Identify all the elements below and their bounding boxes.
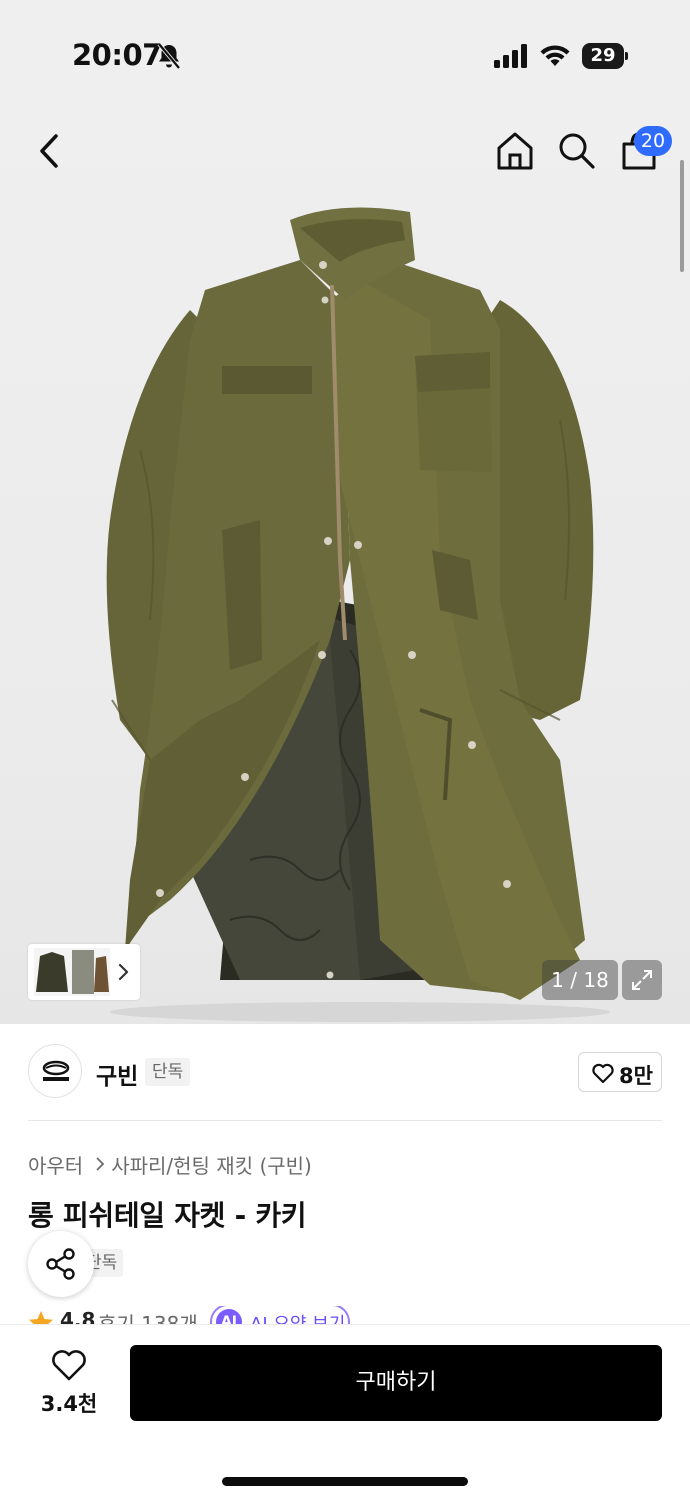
share-icon — [46, 1248, 75, 1280]
brand-like-button[interactable]: 8만 — [578, 1052, 662, 1092]
status-time: 20:07 — [72, 38, 162, 72]
image-page-counter: 1 / 18 — [542, 960, 618, 1000]
home-icon[interactable] — [494, 130, 536, 172]
product-image-coat[interactable] — [0, 110, 690, 1024]
product-image-gallery[interactable] — [0, 110, 690, 1024]
signal-icon — [494, 44, 527, 68]
search-icon[interactable] — [556, 130, 596, 170]
wish-count: 3.4천 — [40, 1392, 98, 1416]
thumbnail-images[interactable] — [34, 948, 110, 996]
chevron-right-icon — [96, 1157, 105, 1171]
heart-icon[interactable] — [50, 1348, 88, 1382]
heart-icon — [592, 1063, 614, 1084]
chevron-right-icon[interactable] — [116, 962, 130, 982]
rating-row[interactable]: 4.8 후기 138개 AI AI 요약 보기 — [28, 1306, 368, 1324]
breadcrumb-category[interactable]: 아우터 — [28, 1150, 83, 1179]
battery-icon: 29 — [582, 43, 628, 69]
review-count[interactable]: 후기 138개 — [98, 1308, 198, 1324]
divider — [28, 1120, 662, 1121]
expand-image-button[interactable] — [622, 960, 662, 1000]
home-indicator[interactable] — [222, 1477, 468, 1486]
ai-summary-button[interactable]: AI AI 요약 보기 — [210, 1306, 350, 1324]
brand-logo[interactable] — [28, 1044, 82, 1098]
breadcrumb-subcategory[interactable]: 사파리/헌팅 재킷 (구빈) — [111, 1150, 312, 1179]
cart-count-badge[interactable]: 20 — [634, 126, 672, 156]
brand-name[interactable]: 구빈 — [96, 1057, 138, 1091]
buy-button[interactable]: 구매하기 — [130, 1345, 662, 1421]
ai-badge: AI — [216, 1309, 242, 1324]
star-icon — [29, 1311, 53, 1324]
battery-level: 29 — [590, 45, 616, 66]
ai-summary-label: AI 요약 보기 — [250, 1310, 345, 1324]
product-title: 롱 피쉬테일 자켓 - 카키 — [28, 1199, 307, 1232]
breadcrumb: 아우터 사파리/헌팅 재킷 (구빈) — [28, 1150, 312, 1178]
expand-icon — [632, 970, 652, 990]
status-bar: 20:07 29 — [0, 0, 690, 110]
rating-value: 4.8 — [60, 1308, 96, 1324]
scroll-indicator — [680, 160, 684, 272]
bell-off-icon — [157, 42, 181, 70]
brand-exclusive-tag: 단독 — [145, 1058, 191, 1086]
brand-like-count: 8만 — [619, 1064, 653, 1088]
back-arrow-icon[interactable] — [30, 128, 70, 174]
brand-logo-icon — [42, 1060, 70, 1081]
share-button[interactable] — [28, 1231, 94, 1297]
wifi-icon — [540, 45, 570, 66]
